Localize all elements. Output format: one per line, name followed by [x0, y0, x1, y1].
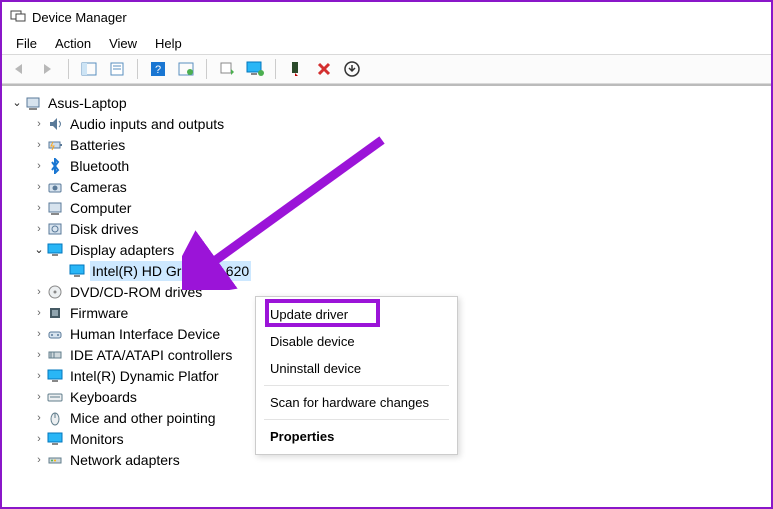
display-icon	[46, 241, 64, 259]
display-icon	[68, 262, 86, 280]
tree-node[interactable]: › Audio inputs and outputs	[10, 113, 771, 134]
node-label: Cameras	[68, 177, 129, 197]
expand-arrow-icon[interactable]: ›	[32, 345, 46, 365]
kb-icon	[46, 388, 64, 406]
expand-arrow-icon[interactable]: ⌄	[32, 240, 46, 260]
node-label: Human Interface Device	[68, 324, 222, 344]
tree-node[interactable]: › Batteries	[10, 134, 771, 155]
ctx-update-driver[interactable]: Update driver	[256, 301, 457, 328]
scan-icon[interactable]	[174, 57, 198, 81]
properties-icon[interactable]	[105, 57, 129, 81]
monitor-icon[interactable]	[243, 57, 267, 81]
ctx-uninstall-device[interactable]: Uninstall device	[256, 355, 457, 382]
child-label: Intel(R) HD Graphics 620	[90, 261, 251, 281]
toolbar-separator	[68, 59, 69, 79]
title-bar: Device Manager	[2, 2, 771, 32]
toolbar: ?	[2, 54, 771, 84]
fw-icon	[46, 304, 64, 322]
menu-bar: File Action View Help	[2, 32, 771, 54]
intel-icon	[46, 367, 64, 385]
device-manager-window: Device Manager File Action View Help ? ⌄…	[0, 0, 773, 509]
help-icon[interactable]: ?	[146, 57, 170, 81]
ctx-separator	[264, 385, 449, 386]
expand-arrow-icon[interactable]: ⌄	[10, 93, 24, 113]
disk-icon	[46, 220, 64, 238]
expand-arrow-icon[interactable]: ›	[32, 366, 46, 386]
node-label: Audio inputs and outputs	[68, 114, 226, 134]
expand-arrow-icon[interactable]: ›	[32, 408, 46, 428]
expand-arrow-icon[interactable]: ›	[32, 114, 46, 134]
menu-action[interactable]: Action	[47, 34, 99, 53]
expand-arrow-icon[interactable]: ›	[32, 135, 46, 155]
show-hide-tree-icon[interactable]	[77, 57, 101, 81]
computer-icon	[24, 94, 42, 112]
forward-button[interactable]	[36, 57, 60, 81]
app-icon	[10, 8, 26, 27]
window-title: Device Manager	[32, 10, 127, 25]
bt-icon	[46, 157, 64, 175]
expand-arrow-icon[interactable]: ›	[32, 429, 46, 449]
node-label: Mice and other pointing	[68, 408, 218, 428]
expand-arrow-icon[interactable]: ›	[32, 198, 46, 218]
mon-icon	[46, 430, 64, 448]
node-label: Monitors	[68, 429, 126, 449]
node-label: Batteries	[68, 135, 127, 155]
tree-node[interactable]: › Bluetooth	[10, 155, 771, 176]
toolbar-separator	[275, 59, 276, 79]
tree-node[interactable]: › Disk drives	[10, 218, 771, 239]
net-icon	[46, 451, 64, 469]
expand-arrow-icon[interactable]: ›	[32, 177, 46, 197]
node-label: Disk drives	[68, 219, 140, 239]
ctx-scan-hardware[interactable]: Scan for hardware changes	[256, 389, 457, 416]
expand-arrow-icon[interactable]: ›	[32, 219, 46, 239]
tree-node[interactable]: › Computer	[10, 197, 771, 218]
node-label: Firmware	[68, 303, 130, 323]
node-label: DVD/CD-ROM drives	[68, 282, 204, 302]
toolbar-separator	[206, 59, 207, 79]
audio-icon	[46, 115, 64, 133]
ctx-separator	[264, 419, 449, 420]
expand-arrow-icon[interactable]: ›	[32, 282, 46, 302]
uninstall-icon[interactable]	[312, 57, 336, 81]
battery-icon	[46, 136, 64, 154]
root-label: Asus-Laptop	[46, 93, 129, 113]
tree-root[interactable]: ⌄ Asus-Laptop	[10, 92, 771, 113]
dvd-icon	[46, 283, 64, 301]
toolbar-separator	[137, 59, 138, 79]
hid-icon	[46, 325, 64, 343]
expand-arrow-icon[interactable]: ›	[32, 303, 46, 323]
context-menu: Update driver Disable device Uninstall d…	[255, 296, 458, 455]
pc-icon	[46, 199, 64, 217]
ctx-disable-device[interactable]: Disable device	[256, 328, 457, 355]
mouse-icon	[46, 409, 64, 427]
node-label: Bluetooth	[68, 156, 131, 176]
expand-arrow-icon[interactable]: ›	[32, 324, 46, 344]
install-icon[interactable]	[340, 57, 364, 81]
ide-icon	[46, 346, 64, 364]
node-label: Keyboards	[68, 387, 139, 407]
menu-help[interactable]: Help	[147, 34, 190, 53]
node-label: IDE ATA/ATAPI controllers	[68, 345, 234, 365]
tree-node[interactable]: › Cameras	[10, 176, 771, 197]
node-label: Network adapters	[68, 450, 182, 470]
ctx-properties[interactable]: Properties	[256, 423, 457, 450]
node-label: Intel(R) Dynamic Platfor	[68, 366, 221, 386]
expand-arrow-icon[interactable]: ›	[32, 450, 46, 470]
node-label: Display adapters	[68, 240, 176, 260]
tree-child[interactable]: Intel(R) HD Graphics 620	[10, 260, 771, 281]
device-down-icon[interactable]	[284, 57, 308, 81]
tree-node[interactable]: ⌄ Display adapters	[10, 239, 771, 260]
expand-arrow-icon[interactable]: ›	[32, 156, 46, 176]
menu-view[interactable]: View	[101, 34, 145, 53]
expand-arrow-icon[interactable]: ›	[32, 387, 46, 407]
menu-file[interactable]: File	[8, 34, 45, 53]
cam-icon	[46, 178, 64, 196]
back-button[interactable]	[8, 57, 32, 81]
update-driver-icon[interactable]	[215, 57, 239, 81]
node-label: Computer	[68, 198, 133, 218]
svg-text:?: ?	[155, 64, 161, 76]
